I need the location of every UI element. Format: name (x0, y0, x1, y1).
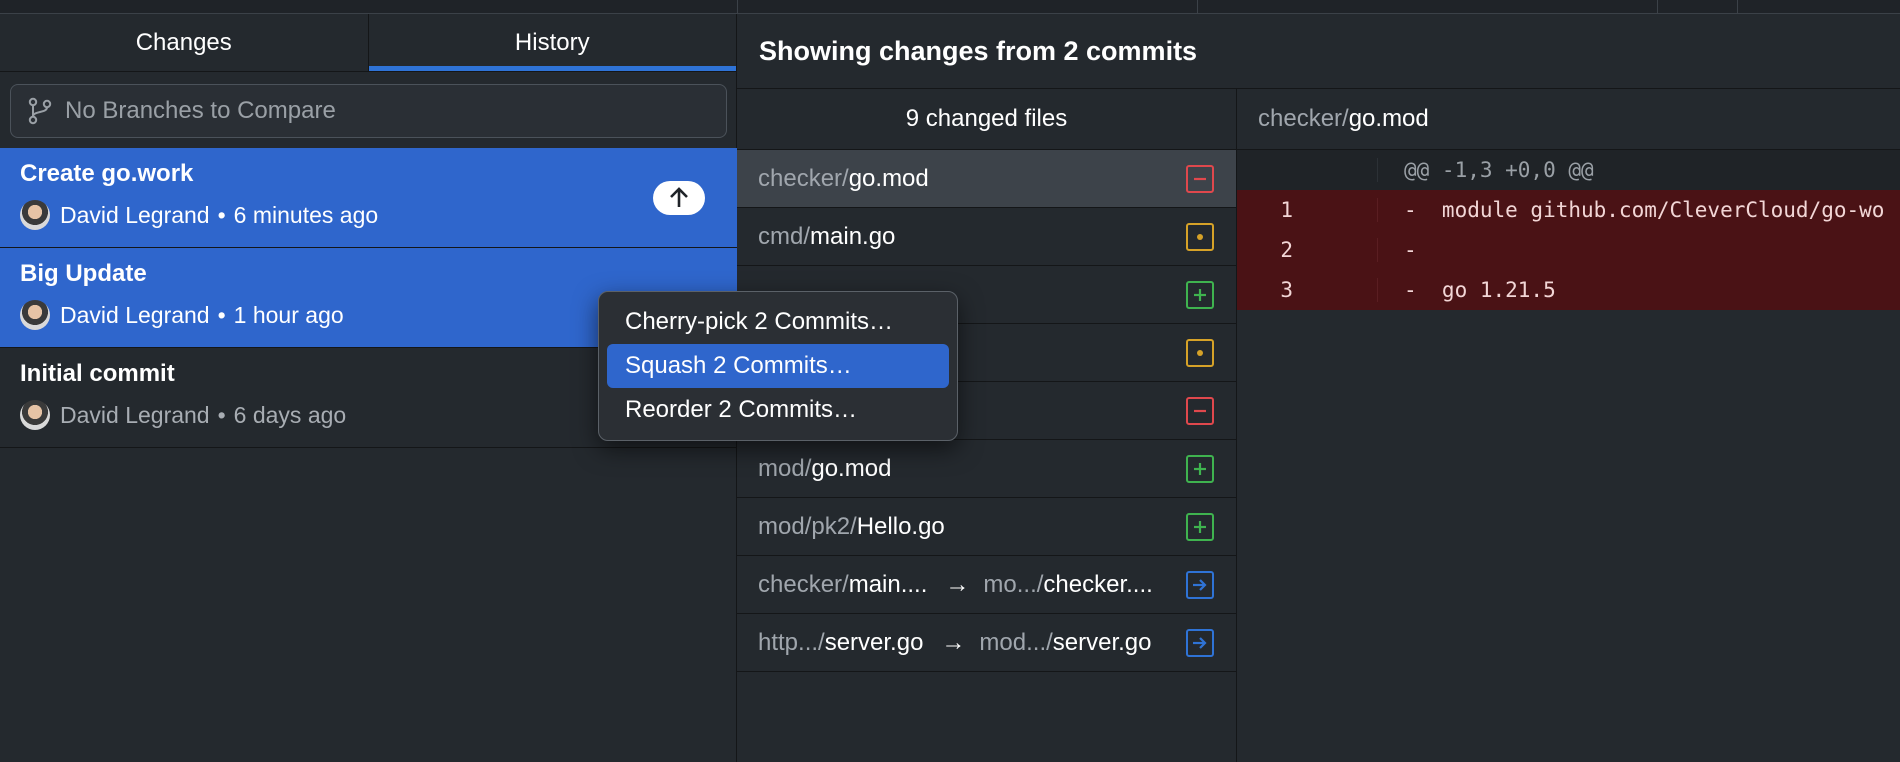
diff-line-text: - module github.com/CleverCloud/go-wo (1377, 198, 1900, 222)
file-dir: mod/pk2/ (758, 512, 857, 540)
meta-separator: • (217, 201, 226, 228)
git-branch-icon (28, 97, 52, 125)
branch-compare-input[interactable]: No Branches to Compare (10, 84, 727, 138)
avatar (20, 200, 50, 230)
menu-item-cherry-pick[interactable]: Cherry-pick 2 Commits… (607, 300, 949, 344)
diff-line-text: - go 1.21.5 (1377, 278, 1900, 302)
file-removed-icon (1186, 165, 1214, 193)
file-added-icon (1186, 513, 1214, 541)
line-number-old: 2 (1280, 238, 1293, 262)
diff-file-dir: checker/ (1258, 105, 1349, 132)
sidebar-tabs: Changes History (0, 14, 736, 72)
file-dir: checker/ (758, 570, 849, 598)
avatar (20, 300, 50, 330)
file-row[interactable]: cmd/main.go (737, 208, 1236, 266)
commit-context-menu: Cherry-pick 2 Commits… Squash 2 Commits…… (598, 291, 958, 441)
file-name: main.... (848, 570, 928, 598)
file-modified-icon (1186, 339, 1214, 367)
file-row[interactable]: checker/go.mod (737, 150, 1236, 208)
unpushed-badge (653, 181, 705, 215)
file-row[interactable]: mod/pk2/Hello.go (737, 498, 1236, 556)
meta-separator: • (217, 401, 226, 428)
commit-author: David Legrand (60, 201, 210, 228)
toolbar-divider (737, 0, 738, 14)
rename-arrow-icon: → (941, 628, 966, 656)
page-title: Showing changes from 2 commits (737, 14, 1900, 89)
commit-time: 6 minutes ago (233, 201, 379, 228)
commit-time: 6 days ago (233, 401, 347, 428)
file-name: main.go (810, 222, 896, 250)
commit-title: Create go.work (20, 160, 194, 187)
file-dir: checker/ (758, 164, 849, 192)
branch-compare-placeholder: No Branches to Compare (65, 97, 336, 124)
line-number-old: 1 (1280, 198, 1293, 222)
file-dir: mo.../ (983, 570, 1044, 598)
diff-line-deleted[interactable]: 2 - (1237, 230, 1900, 270)
file-modified-icon (1186, 223, 1214, 251)
menu-item-reorder[interactable]: Reorder 2 Commits… (607, 388, 949, 432)
file-name: server.go (1052, 628, 1152, 656)
file-dir: mod.../ (979, 628, 1053, 656)
line-number-old: 3 (1280, 278, 1293, 302)
commit-row[interactable]: Create go.work David Legrand • 6 minutes… (0, 148, 737, 248)
diff-file-header: checker/go.mod (1237, 89, 1900, 150)
commit-author: David Legrand (60, 401, 210, 428)
file-row[interactable]: checker/main.... → mo.../checker.... (737, 556, 1236, 614)
commit-meta: David Legrand • 6 minutes ago (20, 200, 717, 230)
diff-line-deleted[interactable]: 1 - module github.com/CleverCloud/go-wo (1237, 190, 1900, 230)
avatar (20, 400, 50, 430)
file-name: checker.... (1043, 570, 1153, 598)
diff-file-name: go.mod (1348, 105, 1429, 132)
commit-title: Big Update (20, 260, 147, 287)
file-dir: cmd/ (758, 222, 811, 250)
file-renamed-icon (1186, 629, 1214, 657)
changed-files-count: 9 changed files (737, 89, 1236, 150)
file-renamed-icon (1186, 571, 1214, 599)
file-dir: mod/ (758, 454, 812, 482)
tab-history[interactable]: History (367, 14, 737, 71)
file-name: go.mod (848, 164, 929, 192)
menu-item-squash[interactable]: Squash 2 Commits… (607, 344, 949, 388)
file-removed-icon (1186, 397, 1214, 425)
file-dir: http.../ (758, 628, 825, 656)
commit-author: David Legrand (60, 301, 210, 328)
commit-time: 1 hour ago (233, 301, 344, 328)
tab-changes[interactable]: Changes (0, 14, 368, 71)
arrow-up-icon (670, 187, 688, 207)
diff-hunk-header[interactable]: @@ -1,3 +0,0 @@ (1237, 150, 1900, 190)
toolbar-divider (1737, 0, 1738, 14)
toolbar-divider (1197, 0, 1198, 14)
file-name: server.go (824, 628, 924, 656)
diff-line-text: - (1377, 238, 1900, 262)
file-name: go.mod (811, 454, 892, 482)
file-row[interactable]: mod/go.mod (737, 440, 1236, 498)
hunk-text: @@ -1,3 +0,0 @@ (1377, 158, 1900, 182)
file-name: Hello.go (856, 512, 945, 540)
diff-line-deleted[interactable]: 3 - go 1.21.5 (1237, 270, 1900, 310)
diff-view: checker/go.mod @@ -1,3 +0,0 @@ 1 - modul… (1237, 89, 1900, 762)
toolbar-divider (1657, 0, 1658, 14)
file-added-icon (1186, 455, 1214, 483)
window-toolbar (0, 0, 1900, 14)
rename-arrow-icon: → (945, 570, 970, 598)
file-added-icon (1186, 281, 1214, 309)
meta-separator: • (217, 301, 226, 328)
file-row[interactable]: http.../server.go → mod.../server.go (737, 614, 1236, 672)
